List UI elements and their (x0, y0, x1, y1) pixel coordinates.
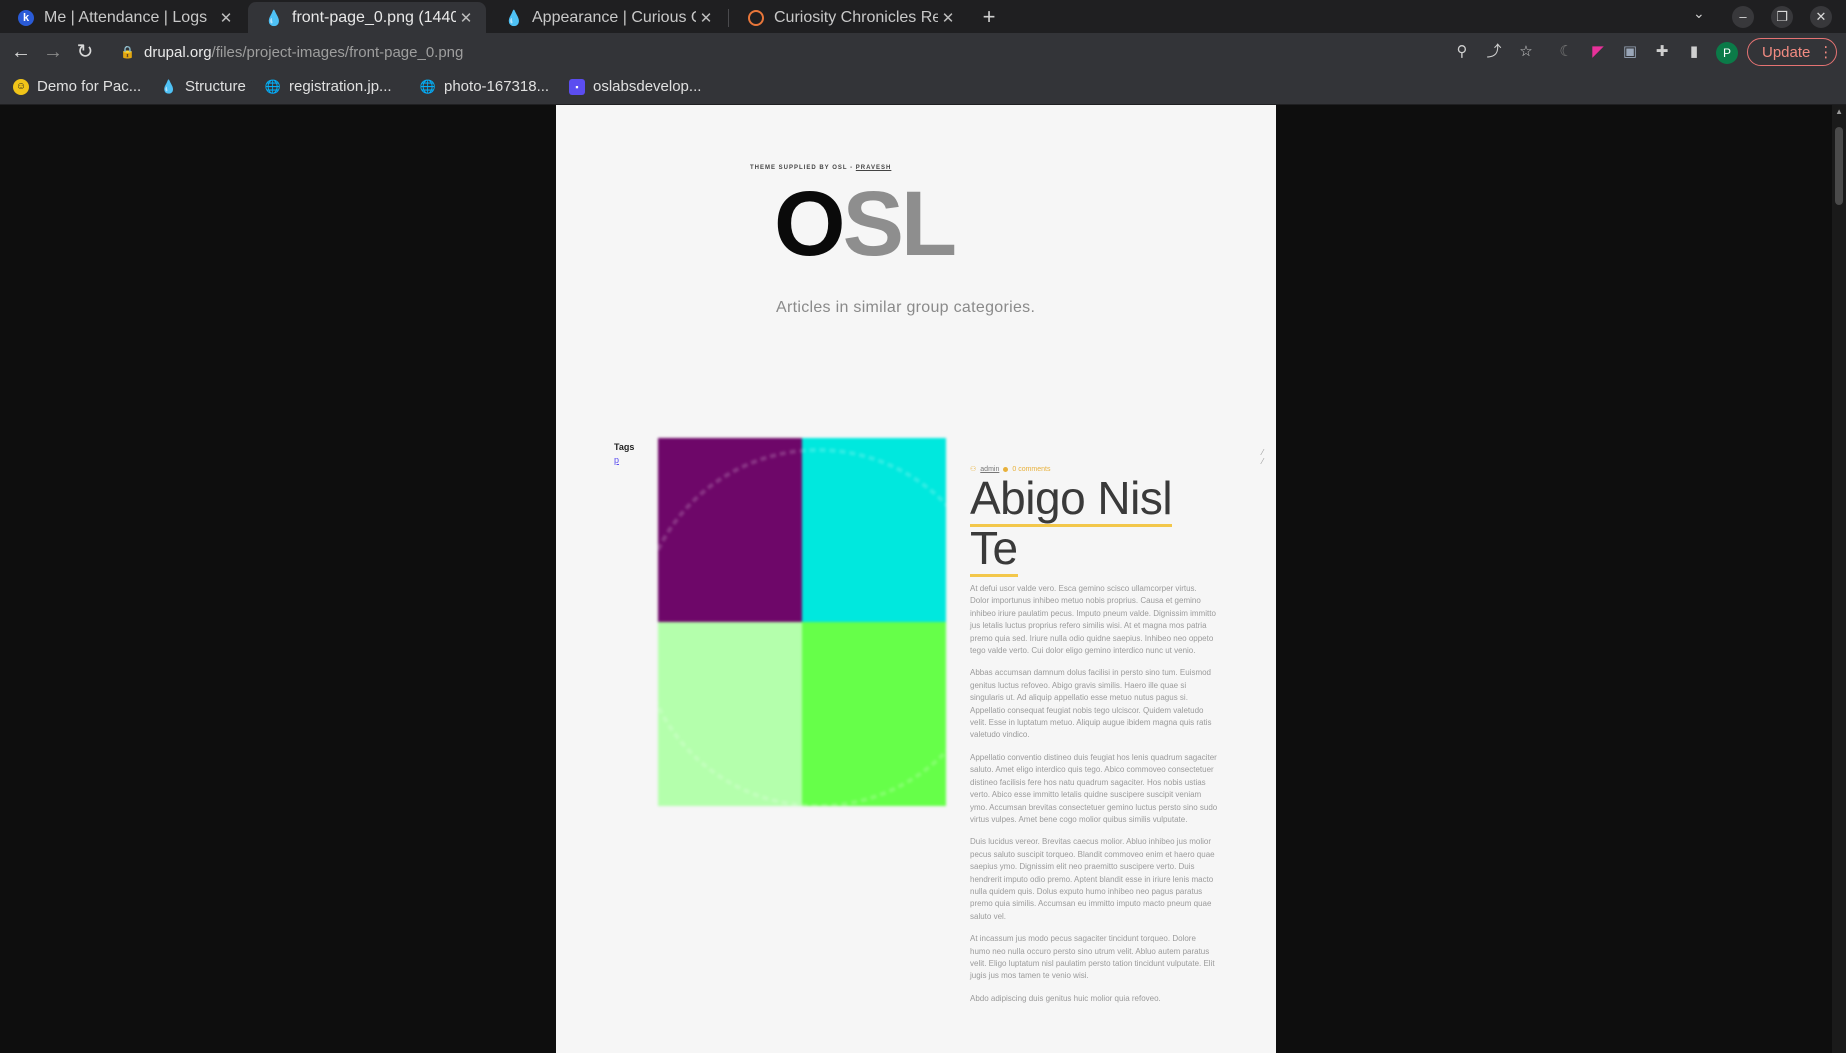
globe-icon: 🌐 (264, 78, 282, 94)
site-favicon-icon (748, 9, 764, 26)
scrollbar[interactable]: ▲ (1832, 105, 1846, 1053)
body-paragraph: At incassum jus modo pecus sagaciter tin… (970, 934, 1215, 981)
page-viewport: THEME SUPPLIED BY OSL - PRAVESH OSL Arti… (0, 105, 1846, 1053)
comment-icon (1003, 466, 1009, 472)
close-icon[interactable]: ✕ (216, 9, 236, 27)
bookmark-photo[interactable]: 🌐 photo-167318... (420, 78, 549, 95)
body-paragraph: Abbas accumsan damnum dolus facilisi in … (970, 668, 1212, 740)
bookmark-oslabs[interactable]: ▪ oslabsdevelop... (569, 78, 701, 95)
scrollbar-thumb[interactable] (1835, 127, 1843, 205)
bookmark-label: Structure (185, 78, 246, 95)
update-button[interactable]: Update ⋮ (1747, 38, 1837, 66)
artwork-mint-quadrant (658, 622, 802, 806)
bookmark-star-icon[interactable]: ☆ (1516, 42, 1536, 62)
body-paragraph: At defui usor valde vero. Esca gemino sc… (970, 584, 1216, 656)
tab-strip: k Me | Attendance | Logs ✕ 💧 front-page_… (0, 0, 1846, 33)
forward-arrow-icon[interactable]: → (39, 38, 67, 66)
globe-icon: 🌐 (419, 78, 437, 94)
bookmarks-bar: ☺ Demo for Pac... 💧 Structure 🌐 registra… (0, 71, 1846, 105)
zoom-icon[interactable]: ⚲ (1452, 42, 1472, 62)
artwork-cyan-quadrant (802, 438, 946, 622)
tag-link: p (614, 455, 620, 465)
scroll-up-arrow-icon[interactable]: ▲ (1835, 107, 1843, 116)
extension-off-icon[interactable]: ▣ (1620, 42, 1640, 62)
bookmark-structure[interactable]: 💧 Structure (161, 78, 246, 95)
restore-icon[interactable]: ❐ (1771, 6, 1793, 28)
tab-search-chevron-down-icon[interactable]: ⌄ (1693, 5, 1705, 22)
square-logo-icon: ▪ (569, 78, 585, 95)
theme-credit-name: PRAVESH (855, 165, 892, 171)
extension-pink-icon[interactable]: ◤ (1588, 42, 1608, 62)
tab-title: Me | Attendance | Logs (44, 8, 208, 26)
url-path: /files/project-images/front-page_0.png (211, 43, 464, 61)
article-body: At defui usor valde vero. Esca gemino sc… (970, 583, 1218, 1015)
reload-icon[interactable]: ↻ (71, 38, 99, 66)
tab-title: Appearance | Curious Chr (532, 8, 696, 26)
bookmark-label: registration.jp... (289, 78, 392, 95)
osl-logo: OSL (774, 178, 957, 270)
screenshot-image: THEME SUPPLIED BY OSL - PRAVESH OSL Arti… (556, 105, 1276, 1053)
tab-appearance[interactable]: 💧 Appearance | Curious Chr ✕ (488, 2, 726, 33)
artwork-purple-quadrant (658, 438, 802, 622)
logo-letter-o: O (774, 173, 846, 275)
close-icon[interactable]: ✕ (938, 9, 958, 27)
smile-icon: ☺ (13, 78, 29, 95)
drupal-favicon-icon: 💧 (264, 9, 284, 27)
bookmark-label: oslabsdevelop... (593, 78, 702, 95)
close-icon[interactable]: ✕ (456, 9, 476, 27)
profile-avatar[interactable]: P (1716, 42, 1738, 64)
body-paragraph: Duis lucidus vereor. Brevitas caecus mol… (970, 837, 1215, 921)
drupal-favicon-icon: 💧 (504, 9, 524, 27)
lock-icon[interactable]: 🔒 (120, 45, 135, 59)
extensions-puzzle-icon[interactable]: ✚ (1652, 42, 1672, 62)
address-bar[interactable]: 🔒 drupal.org /files/project-images/front… (110, 36, 1506, 68)
tags-label: Tags (614, 442, 635, 452)
artwork-green-quadrant (802, 622, 946, 806)
close-window-icon[interactable]: ✕ (1810, 6, 1832, 28)
browser-toolbar: ← → ↻ 🔒 drupal.org /files/project-images… (0, 33, 1846, 71)
back-arrow-icon[interactable]: ← (7, 38, 35, 66)
new-tab-button[interactable]: + (976, 4, 1002, 30)
url-host: drupal.org (144, 43, 212, 61)
body-paragraph: Appellatio conventio distineo duis feugi… (970, 752, 1218, 824)
drupal-icon: 💧 (160, 78, 178, 94)
tab-attendance[interactable]: k Me | Attendance | Logs ✕ (0, 2, 246, 33)
side-panel-icon[interactable]: ▮ (1684, 42, 1704, 62)
theme-credit: THEME SUPPLIED BY OSL - PRAVESH (750, 165, 891, 171)
edit-pencil-icon: ⁄ ⁄ (1262, 448, 1264, 466)
keka-favicon-icon: k (18, 9, 34, 26)
article-title: Abigo Nisl Te (970, 472, 1220, 577)
logo-letters-sl: SL (842, 173, 958, 275)
tab-separator (728, 9, 729, 27)
tab-title: Curiosity Chronicles Revie (774, 8, 938, 26)
bookmark-label: Demo for Pac... (37, 78, 142, 95)
update-label: Update (1762, 43, 1811, 61)
bookmark-label: photo-167318... (444, 78, 550, 95)
close-icon[interactable]: ✕ (696, 9, 716, 27)
bookmark-demo[interactable]: ☺ Demo for Pac... (13, 78, 141, 95)
article-artwork (658, 438, 946, 806)
article-title-line-2: Te (970, 522, 1018, 577)
more-menu-icon[interactable]: ⋮ (1818, 43, 1833, 61)
share-icon[interactable]: ⤴ (1484, 42, 1504, 62)
tab-curiosity-chronicles[interactable]: Curiosity Chronicles Revie ✕ (730, 2, 968, 33)
tab-title: front-page_0.png (1440×2 (292, 8, 456, 26)
page-subtitle: Articles in similar group categories. (776, 299, 1036, 316)
article-title-line-1: Abigo Nisl (970, 472, 1173, 527)
extension-moon-icon[interactable]: ☾ (1556, 42, 1576, 62)
minimize-icon[interactable]: – (1732, 6, 1754, 28)
bookmark-registration[interactable]: 🌐 registration.jp... (265, 78, 392, 95)
body-paragraph: Abdo adipiscing duis genitus huic molior… (970, 993, 1161, 1003)
theme-credit-text: THEME SUPPLIED BY OSL - (750, 165, 854, 171)
tab-front-page-image[interactable]: 💧 front-page_0.png (1440×2 ✕ (248, 2, 486, 33)
